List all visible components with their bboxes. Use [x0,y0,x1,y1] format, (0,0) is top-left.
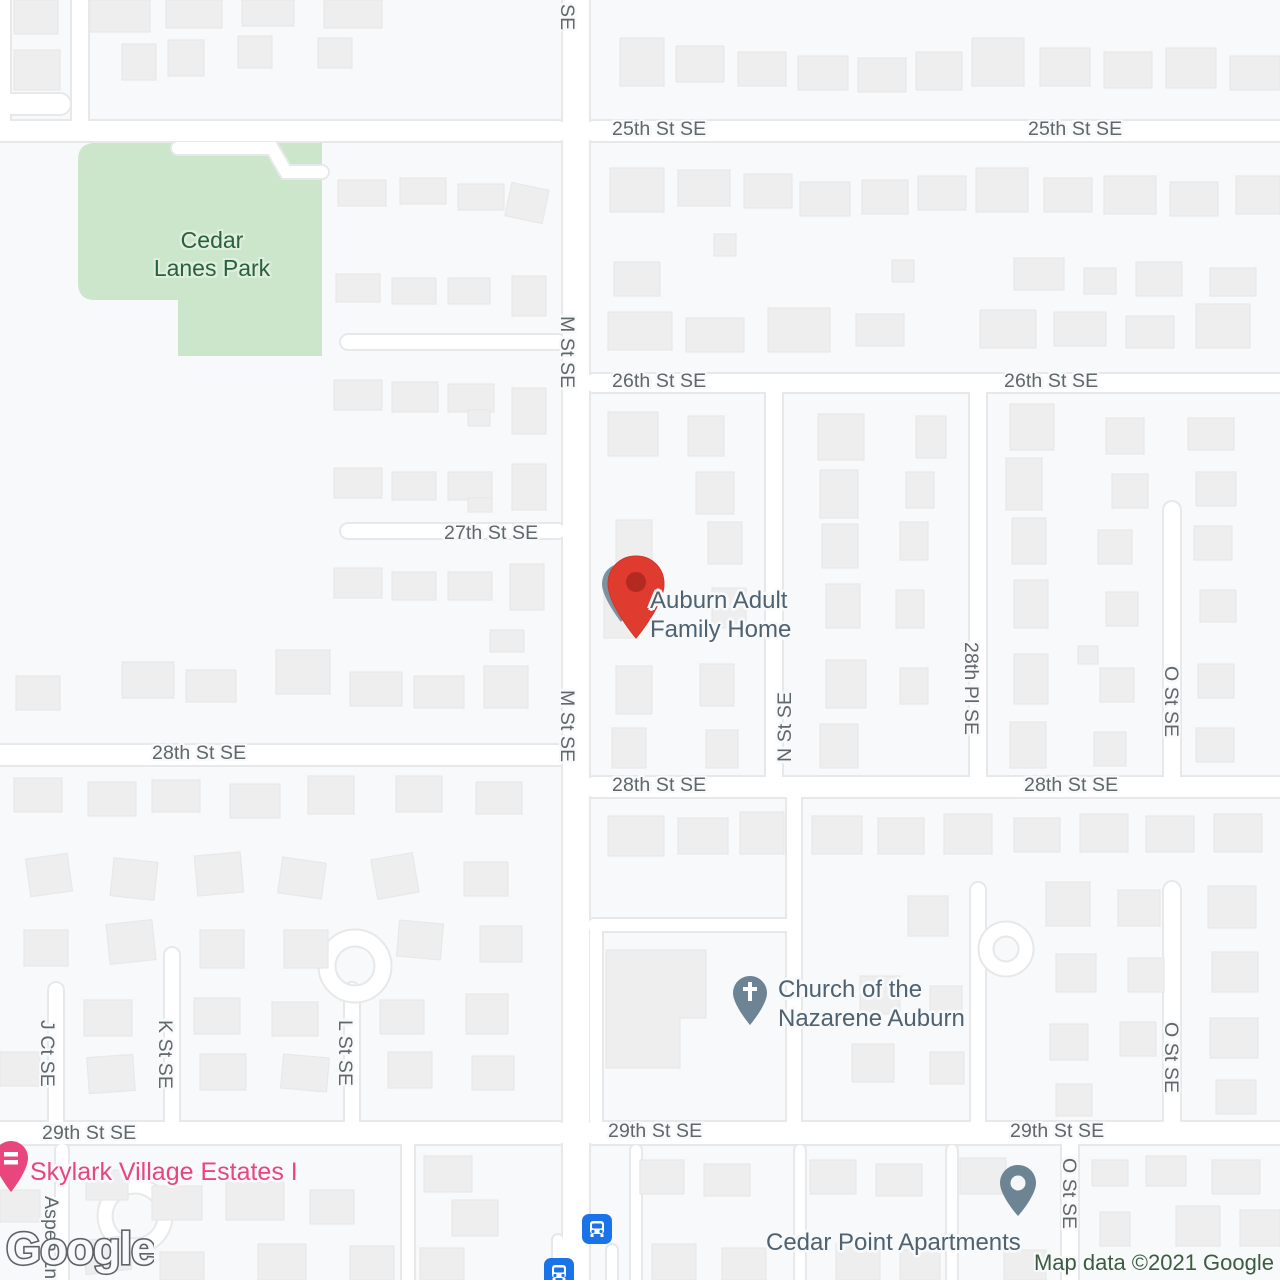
poi-skylark-village-estates-i[interactable] [0,1140,30,1194]
poi-auburn-adult-family-home[interactable] [600,548,680,644]
poi-label-church-of-the-nazarene-auburn: Church of the Nazarene Auburn [778,976,965,1032]
map-canvas[interactable]: .rd{stroke:#ffffff;fill:none;stroke-line… [0,0,1280,1280]
google-logo[interactable]: Google [4,1221,157,1276]
map-pin-pink-icon[interactable] [0,1140,30,1194]
transit-bus-stop-2[interactable] [544,1258,574,1280]
poi-cedar-point-apartments[interactable] [998,1164,1038,1218]
transit-bus-stop-1[interactable] [582,1214,612,1244]
map-pin-red-icon[interactable] [600,548,680,644]
poi-label-skylark-village-estates-i: Skylark Village Estates I [30,1158,298,1186]
poi-layer: Auburn Adult Family Home Church of the N… [0,0,1280,1280]
bus-icon[interactable] [582,1214,612,1244]
bus-icon[interactable] [544,1258,574,1280]
poi-church-of-the-nazarene-auburn[interactable] [731,975,769,1027]
svg-text:Google: Google [6,1224,154,1274]
map-data-attribution: Map data ©2021 Google [1033,1250,1274,1275]
church-pin-icon[interactable] [731,975,769,1027]
poi-label-cedar-point-apartments: Cedar Point Apartments [766,1229,1021,1256]
map-pin-gray-icon[interactable] [998,1164,1038,1218]
